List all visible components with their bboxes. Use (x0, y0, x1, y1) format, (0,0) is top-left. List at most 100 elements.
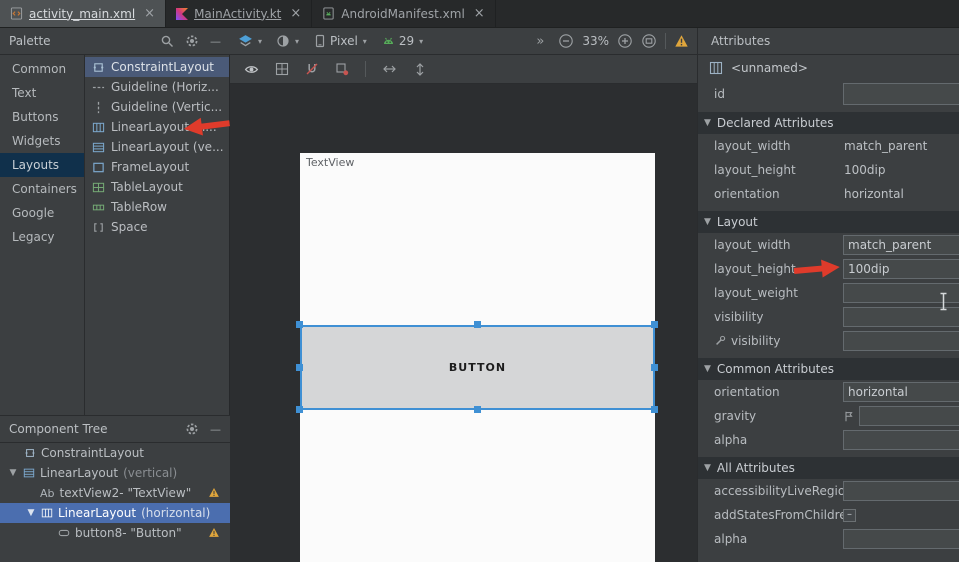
hide-panel-icon[interactable]: — (210, 35, 221, 48)
attr-row-declared-orientation: orientation horizontal (698, 182, 959, 206)
palette-category-legacy[interactable]: Legacy (0, 225, 84, 249)
tools-visibility-input[interactable] (843, 331, 959, 351)
hide-panel-icon[interactable]: — (210, 423, 221, 436)
design-toolbar: ▾ ▾ Pixel ▾ 29 ▾ » 33% (230, 28, 697, 55)
constraintlayout-icon (92, 61, 105, 74)
collapse-icon: ▼ (704, 217, 711, 227)
tree-expander-icon[interactable]: ▼ (8, 468, 18, 478)
gear-icon[interactable] (185, 422, 199, 436)
tree-item-constraintlayout[interactable]: ConstraintLayout (0, 443, 230, 463)
attr-row-visibility: visibility (698, 305, 959, 329)
blueprint-grid-icon[interactable] (275, 62, 289, 76)
device-selector[interactable]: Pixel ▾ (313, 34, 367, 48)
tab-androidmanifest-xml[interactable]: AndroidManifest.xml × (312, 0, 495, 27)
attr-value[interactable]: 100dip (844, 163, 885, 177)
attr-row-alpha: alpha (698, 428, 959, 452)
attr-row-tools-visibility: visibility (698, 329, 959, 353)
selection-handle[interactable] (474, 406, 481, 413)
palette-item-space[interactable]: Space (85, 217, 229, 237)
selection-handle[interactable] (296, 406, 303, 413)
warning-icon[interactable] (208, 487, 220, 498)
selection-handle[interactable] (474, 321, 481, 328)
selected-button-widget[interactable]: BUTTON (300, 325, 655, 410)
layout-height-input[interactable] (843, 259, 959, 279)
framelayout-icon (92, 161, 105, 174)
section-common-attributes[interactable]: ▼ Common Attributes (698, 358, 959, 380)
palette-category-widgets[interactable]: Widgets (0, 129, 84, 153)
zoom-out-icon[interactable] (558, 33, 574, 49)
align-horizontal-icon[interactable] (382, 62, 397, 76)
default-margins-icon[interactable] (335, 62, 349, 76)
zoom-level: 33% (582, 34, 609, 48)
chevron-down-icon: ▾ (258, 37, 262, 46)
attr-label: id (698, 87, 725, 101)
tablerow-icon (92, 201, 105, 214)
section-declared-attributes[interactable]: ▼ Declared Attributes (698, 112, 959, 134)
close-icon[interactable]: × (474, 7, 485, 20)
alpha-input[interactable] (843, 430, 959, 450)
palette-category-buttons[interactable]: Buttons (0, 105, 84, 129)
search-icon[interactable] (160, 34, 174, 48)
attr-row-accessibilityliveregion: accessibilityLiveRegion (698, 479, 959, 503)
tree-expander-icon[interactable]: ▼ (26, 508, 36, 518)
close-icon[interactable]: × (290, 7, 301, 20)
layout-width-input[interactable] (843, 235, 959, 255)
attr-value[interactable]: horizontal (844, 187, 904, 201)
zoom-in-icon[interactable] (617, 33, 633, 49)
toolbar-overflow-icon[interactable]: » (536, 34, 544, 49)
palette-item-constraintlayout[interactable]: ConstraintLayout (85, 57, 229, 77)
warning-icon[interactable] (208, 527, 220, 538)
selection-handle[interactable] (651, 406, 658, 413)
accessibilityliveregion-input[interactable] (843, 481, 959, 501)
view-options-eye-icon[interactable] (244, 62, 259, 77)
alpha-all-input[interactable] (843, 529, 959, 549)
zoom-to-fit-icon[interactable] (641, 33, 657, 49)
warning-icon[interactable] (674, 34, 689, 48)
attr-row-addstatesfromchildren: addStatesFromChildren – (698, 503, 959, 527)
tree-item-linearlayout-vertical[interactable]: ▼ LinearLayout(vertical) (0, 463, 230, 483)
palette-category-layouts[interactable]: Layouts (0, 153, 84, 177)
tree-item-textview2[interactable]: Ab textView2- "TextView" (0, 483, 230, 503)
design-mode-selector[interactable]: ▾ (238, 34, 262, 49)
tree-item-linearlayout-horizontal[interactable]: ▼ LinearLayout(horizontal) (0, 503, 230, 523)
autoconnect-off-magnet-icon[interactable] (305, 62, 319, 76)
selection-handle[interactable] (296, 364, 303, 371)
selection-handle[interactable] (651, 364, 658, 371)
gravity-input[interactable] (859, 406, 959, 426)
palette-category-common[interactable]: Common (0, 57, 84, 81)
attr-row-layout-width: layout_width (698, 233, 959, 257)
canvas-textview[interactable]: TextView (306, 156, 354, 169)
phone-icon (313, 34, 327, 48)
palette-category-containers[interactable]: Containers (0, 177, 84, 201)
guideline-vertical-icon (92, 101, 105, 114)
device-label: Pixel (330, 34, 358, 48)
tab-activity-main-xml[interactable]: activity_main.xml × (0, 0, 166, 27)
api-level-selector[interactable]: 29 ▾ (381, 34, 423, 48)
addstatesfromchildren-checkbox[interactable]: – (843, 509, 856, 522)
palette-category-google[interactable]: Google (0, 201, 84, 225)
palette-item-framelayout[interactable]: FrameLayout (85, 157, 229, 177)
selection-handle[interactable] (296, 321, 303, 328)
attr-value[interactable]: match_parent (844, 139, 927, 153)
flag-icon[interactable] (843, 410, 855, 423)
gear-icon[interactable] (185, 34, 199, 48)
component-name: <unnamed> (731, 61, 808, 75)
palette-component-list: ConstraintLayout Guideline (Horiz... Gui… (85, 55, 230, 415)
tab-label: MainActivity.kt (194, 7, 281, 21)
selection-handle[interactable] (651, 321, 658, 328)
editor-tab-bar: activity_main.xml × MainActivity.kt × An… (0, 0, 959, 28)
tab-mainactivity-kt[interactable]: MainActivity.kt × (166, 0, 312, 27)
section-all-attributes[interactable]: ▼ All Attributes (698, 457, 959, 479)
theme-selector[interactable]: ▾ (276, 34, 299, 48)
orientation-input[interactable] (843, 382, 959, 402)
palette-item-tablelayout[interactable]: TableLayout (85, 177, 229, 197)
id-input[interactable] (843, 83, 959, 105)
section-layout[interactable]: ▼ Layout (698, 211, 959, 233)
tree-item-button8[interactable]: button8- "Button" (0, 523, 230, 543)
component-tree-title: Component Tree (9, 422, 107, 436)
palette-category-text[interactable]: Text (0, 81, 84, 105)
palette-item-guideline-horizontal[interactable]: Guideline (Horiz... (85, 77, 229, 97)
align-vertical-icon[interactable] (413, 62, 427, 77)
close-icon[interactable]: × (144, 7, 155, 20)
palette-item-tablerow[interactable]: TableRow (85, 197, 229, 217)
